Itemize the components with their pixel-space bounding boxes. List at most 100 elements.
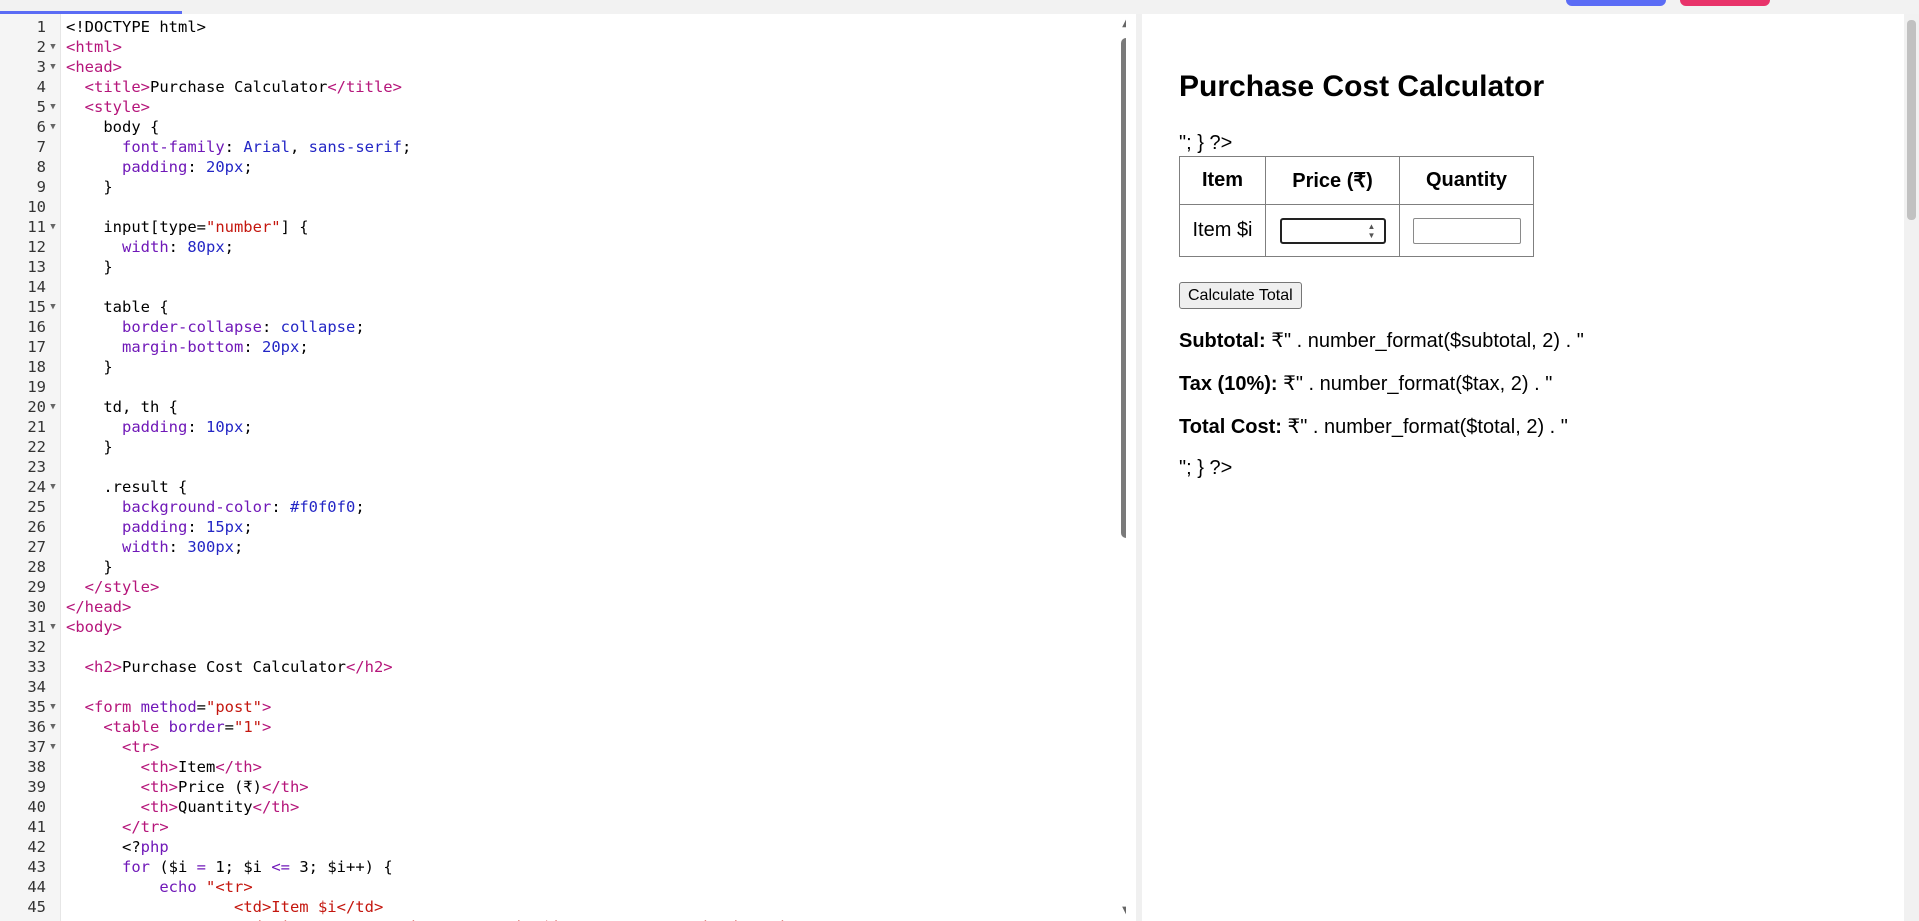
code-line[interactable]: 31 ▼ <body>: [0, 617, 1100, 637]
line-number: 41: [27, 818, 46, 836]
code-line[interactable]: 27 width: 300px;: [0, 537, 1100, 557]
line-number: 1: [36, 18, 46, 36]
code-line[interactable]: 8 padding: 20px;: [0, 157, 1100, 177]
code-line[interactable]: 26 padding: 15px;: [0, 517, 1100, 537]
scroll-up-arrow-icon[interactable]: ▲: [1118, 18, 1126, 30]
spinner-arrows-icon[interactable]: ▲ ▼: [1366, 222, 1378, 240]
code-line[interactable]: 4 <title>Purchase Calculator</title>: [0, 77, 1100, 97]
fold-arrow-icon[interactable]: ▼: [46, 717, 60, 737]
stop-button[interactable]: [1680, 0, 1770, 6]
code-line[interactable]: 46 <td><input type=number name=price$i s…: [0, 917, 1100, 921]
item-label: Item $i: [1179, 204, 1266, 257]
code-editor[interactable]: 1 <!DOCTYPE html> 2 ▼ <html> 3 ▼ <head> 4 <title…: [0, 14, 1126, 921]
code-text: table {: [66, 298, 169, 316]
code-line[interactable]: 3 ▼ <head>: [0, 57, 1100, 77]
code-text: margin-bottom: 20px;: [122, 338, 309, 356]
line-number: 37: [27, 738, 46, 756]
line-number: 11: [27, 218, 46, 236]
editor-scrollbar-thumb[interactable]: [1121, 38, 1126, 538]
fold-arrow-icon[interactable]: ▼: [46, 397, 60, 417]
code-line[interactable]: 23: [0, 457, 1100, 477]
code-line[interactable]: 1 <!DOCTYPE html>: [0, 17, 1100, 37]
code-line[interactable]: 36 ▼ <table border="1">: [0, 717, 1100, 737]
code-line[interactable]: 13 }: [0, 257, 1100, 277]
code-line[interactable]: 16 border-collapse: collapse;: [0, 317, 1100, 337]
fold-arrow-icon[interactable]: ▼: [46, 37, 60, 57]
code-line[interactable]: 43 for ($i = 1; $i <= 3; $i++) {: [0, 857, 1100, 877]
code-line[interactable]: 38 <th>Item</th>: [0, 757, 1100, 777]
code-line[interactable]: 25 background-color: #f0f0f0;: [0, 497, 1100, 517]
code-text: width: 80px;: [122, 238, 235, 256]
fold-arrow-icon[interactable]: ▼: [46, 477, 60, 497]
price-cell: ▲ ▼: [1265, 204, 1400, 257]
line-number: 20: [27, 398, 46, 416]
page-scrollbar-thumb[interactable]: [1907, 20, 1916, 220]
code-text: <th>Price (₹)</th>: [140, 778, 309, 796]
code-text: width: 300px;: [122, 538, 244, 556]
price-input[interactable]: ▲ ▼: [1279, 217, 1386, 244]
code-text: }: [66, 178, 113, 196]
code-line[interactable]: 24 ▼ .result {: [0, 477, 1100, 497]
fold-arrow-icon[interactable]: ▼: [46, 697, 60, 717]
code-line[interactable]: 10: [0, 197, 1100, 217]
code-line[interactable]: 35 ▼ <form method="post">: [0, 697, 1100, 717]
quantity-input[interactable]: [1412, 217, 1521, 244]
editor-scrollbar[interactable]: ▲ ▼: [1118, 14, 1126, 921]
fold-arrow-icon[interactable]: ▼: [46, 297, 60, 317]
line-number: 29: [27, 578, 46, 596]
header-price: Price (₹): [1265, 156, 1400, 205]
code-text: <html>: [66, 38, 122, 56]
code-line[interactable]: 29 </style>: [0, 577, 1100, 597]
run-button[interactable]: [1566, 0, 1666, 6]
code-line[interactable]: 44 echo "<tr>: [0, 877, 1100, 897]
fold-arrow-icon[interactable]: ▼: [46, 57, 60, 77]
fold-arrow-icon[interactable]: ▼: [46, 217, 60, 237]
code-line[interactable]: 41 </tr>: [0, 817, 1100, 837]
code-line[interactable]: 9 }: [0, 177, 1100, 197]
code-text: <tr>: [122, 738, 160, 756]
code-text: <title>Purchase Calculator</title>: [84, 78, 402, 96]
line-number: 3: [36, 58, 46, 76]
code-line[interactable]: 7 font-family: Arial, sans-serif;: [0, 137, 1100, 157]
code-line[interactable]: 11 ▼ input[type="number"] {: [0, 217, 1100, 237]
line-number: 18: [27, 358, 46, 376]
line-number: 43: [27, 858, 46, 876]
line-number: 32: [27, 638, 46, 656]
calculate-total-button[interactable]: Calculate Total: [1179, 282, 1302, 309]
fold-arrow-icon[interactable]: ▼: [46, 97, 60, 117]
line-number: 27: [27, 538, 46, 556]
code-line[interactable]: 39 <th>Price (₹)</th>: [0, 777, 1100, 797]
line-number: 38: [27, 758, 46, 776]
code-line[interactable]: 21 padding: 10px;: [0, 417, 1100, 437]
code-line[interactable]: 6 ▼ body {: [0, 117, 1100, 137]
code-line[interactable]: 37 ▼ <tr>: [0, 737, 1100, 757]
code-line[interactable]: 2 ▼ <html>: [0, 37, 1100, 57]
scroll-down-arrow-icon[interactable]: ▼: [1118, 905, 1126, 917]
page-scrollbar[interactable]: [1904, 14, 1919, 921]
code-line[interactable]: 14: [0, 277, 1100, 297]
line-number: 6: [36, 118, 46, 136]
total-label: Total Cost:: [1179, 416, 1282, 438]
fold-arrow-icon[interactable]: ▼: [46, 117, 60, 137]
code-line[interactable]: 20 ▼ td, th {: [0, 397, 1100, 417]
code-line[interactable]: 34: [0, 677, 1100, 697]
code-line[interactable]: 22 }: [0, 437, 1100, 457]
code-line[interactable]: 28 }: [0, 557, 1100, 577]
code-line[interactable]: 5 ▼ <style>: [0, 97, 1100, 117]
code-line[interactable]: 12 width: 80px;: [0, 237, 1100, 257]
line-number: 2: [36, 38, 46, 56]
code-line[interactable]: 33 <h2>Purchase Cost Calculator</h2>: [0, 657, 1100, 677]
code-line[interactable]: 18 }: [0, 357, 1100, 377]
code-line[interactable]: 15 ▼ table {: [0, 297, 1100, 317]
code-line[interactable]: 45 <td>Item $i</td>: [0, 897, 1100, 917]
fold-arrow-icon[interactable]: ▼: [46, 737, 60, 757]
code-line[interactable]: 17 margin-bottom: 20px;: [0, 337, 1100, 357]
code-line[interactable]: 32: [0, 637, 1100, 657]
code-line[interactable]: 42 <?php: [0, 837, 1100, 857]
fold-arrow-icon[interactable]: ▼: [46, 617, 60, 637]
preview-pane: Purchase Cost Calculator "; } ?> Item Pr…: [1142, 14, 1902, 921]
code-text: input[type="number"] {: [66, 218, 309, 236]
code-line[interactable]: 40 <th>Quantity</th>: [0, 797, 1100, 817]
code-line[interactable]: 19: [0, 377, 1100, 397]
code-line[interactable]: 30 </head>: [0, 597, 1100, 617]
